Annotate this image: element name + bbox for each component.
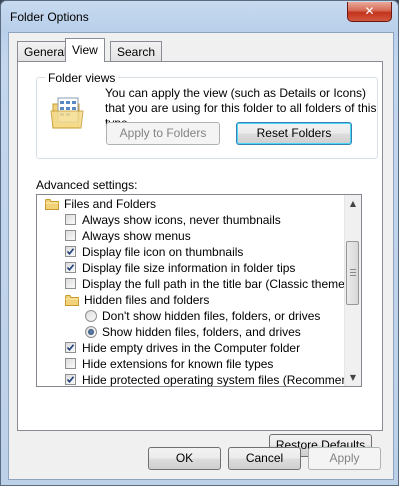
setting-checkbox-item[interactable]: Display the full path in the title bar (… — [37, 276, 361, 292]
setting-radio-item[interactable]: Don't show hidden files, folders, or dri… — [37, 308, 343, 324]
checkbox-checked[interactable] — [65, 374, 76, 385]
tab-search[interactable]: Search — [110, 41, 163, 61]
setting-checkbox-item[interactable]: Display file icon on thumbnails — [37, 244, 343, 260]
folder-icon — [65, 294, 79, 306]
folder-icon — [45, 198, 59, 210]
apply-button[interactable]: Apply — [308, 447, 381, 470]
dialog-client-area: General View Search Folder views You can… — [8, 32, 394, 480]
list-item-label: Always show icons, never thumbnails — [82, 213, 281, 227]
advanced-settings-label: Advanced settings: — [36, 178, 138, 192]
checkbox-checked[interactable] — [65, 342, 76, 353]
scroll-down-icon[interactable]: ▼ — [345, 369, 361, 386]
radio-selected[interactable] — [85, 326, 97, 338]
ok-button[interactable]: OK — [148, 447, 221, 470]
checkbox-unchecked[interactable] — [65, 230, 76, 241]
tab-view[interactable]: View — [65, 38, 105, 62]
advanced-settings-list[interactable]: Files and Folders Always show icons, neve… — [36, 194, 362, 387]
setting-checkbox-item[interactable]: Hide empty drives in the Computer folder — [37, 340, 343, 356]
apply-to-folders-button[interactable]: Apply to Folders — [106, 122, 220, 145]
setting-checkbox-item[interactable]: Hide extensions for known file types — [37, 356, 343, 372]
list-item-label: Display the full path in the title bar (… — [82, 277, 362, 291]
view-tab-panel: Folder views You can apply the view (suc… — [17, 61, 383, 457]
folder-view-icon — [50, 97, 84, 129]
setting-checkbox-item[interactable]: Hide protected operating system files (R… — [37, 372, 361, 386]
radio-unselected[interactable] — [85, 310, 97, 322]
tree-folder-item: Hidden files and folders — [37, 292, 343, 308]
scrollbar-thumb[interactable] — [346, 241, 359, 305]
close-icon: ✕ — [364, 4, 375, 18]
list-item-label: Files and Folders — [64, 197, 157, 211]
list-item-label: Hide empty drives in the Computer folder — [82, 341, 301, 355]
setting-checkbox-item[interactable]: Always show icons, never thumbnails — [37, 212, 343, 228]
list-item-label: Display file size information in folder … — [82, 261, 296, 275]
setting-radio-item[interactable]: Show hidden files, folders, and drives — [37, 324, 343, 340]
tree-folder-item: Files and Folders — [37, 196, 343, 212]
checkbox-checked[interactable] — [65, 246, 76, 257]
setting-checkbox-item[interactable]: Always show menus — [37, 228, 343, 244]
list-item-label: Hide extensions for known file types — [82, 357, 274, 371]
close-button[interactable]: ✕ — [347, 2, 392, 22]
checkbox-checked[interactable] — [65, 262, 76, 273]
folder-views-label: Folder views — [45, 71, 119, 85]
advanced-settings-scrollbar[interactable]: ▲ ▼ — [344, 195, 361, 386]
checkbox-unchecked[interactable] — [65, 278, 76, 289]
list-item-label: Display file icon on thumbnails — [82, 245, 244, 259]
setting-checkbox-item[interactable]: Display file size information in folder … — [37, 260, 343, 276]
scroll-up-icon[interactable]: ▲ — [345, 195, 361, 212]
checkbox-unchecked[interactable] — [65, 358, 76, 369]
folder-options-window: Folder Options ✕ General View Search Fol… — [0, 0, 399, 486]
list-item-label: Hide protected operating system files (R… — [82, 373, 362, 387]
list-item-label: Always show menus — [82, 229, 191, 243]
cancel-button[interactable]: Cancel — [228, 447, 301, 470]
reset-folders-button[interactable]: Reset Folders — [236, 122, 352, 145]
window-title: Folder Options — [10, 10, 89, 24]
list-item-label: Don't show hidden files, folders, or dri… — [102, 309, 321, 323]
checkbox-unchecked[interactable] — [65, 214, 76, 225]
list-item-label: Hidden files and folders — [84, 293, 210, 307]
title-bar[interactable]: Folder Options ✕ — [1, 1, 398, 34]
list-item-label: Show hidden files, folders, and drives — [102, 325, 301, 339]
